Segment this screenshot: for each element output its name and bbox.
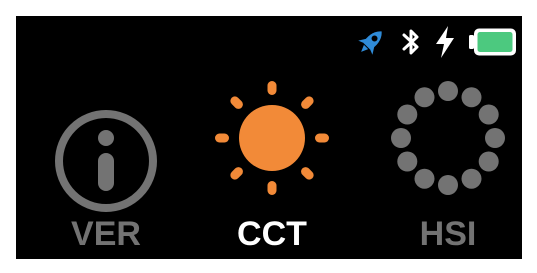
status-bar: [16, 16, 522, 66]
info-icon[interactable]: [53, 108, 159, 214]
mode-label-ver[interactable]: VER: [51, 212, 161, 256]
sun-ray: [267, 81, 277, 95]
sun-ray: [301, 167, 314, 180]
sun-ray: [230, 167, 243, 180]
ring-dot: [461, 87, 482, 108]
sun-ray: [230, 96, 243, 109]
ring-dot: [438, 175, 458, 195]
ring-dot: [478, 104, 499, 125]
bluetooth-icon: [402, 29, 419, 55]
sun-ray: [315, 133, 329, 143]
mode-label-cct[interactable]: CCT: [217, 212, 327, 256]
ring-dot: [485, 128, 505, 148]
mode-label-hsi[interactable]: HSI: [393, 212, 503, 256]
rocket-icon: [358, 31, 382, 55]
ring-dot: [414, 87, 435, 108]
ring-dot: [391, 128, 411, 148]
ring-dot: [461, 168, 482, 189]
ring-dot: [438, 81, 458, 101]
ring-dot: [397, 104, 418, 125]
ring-dot: [478, 151, 499, 172]
sun-icon[interactable]: [210, 76, 334, 200]
sun-ray: [215, 133, 229, 143]
sun-ray: [267, 181, 277, 195]
ring-dot: [414, 168, 435, 189]
battery-icon: [469, 28, 516, 56]
sun-ray: [301, 96, 314, 109]
charging-bolt-icon: [436, 26, 454, 58]
dots-ring-icon[interactable]: [384, 74, 512, 202]
ring-dot: [397, 151, 418, 172]
device-screen: VER CCT HSI: [16, 16, 522, 259]
